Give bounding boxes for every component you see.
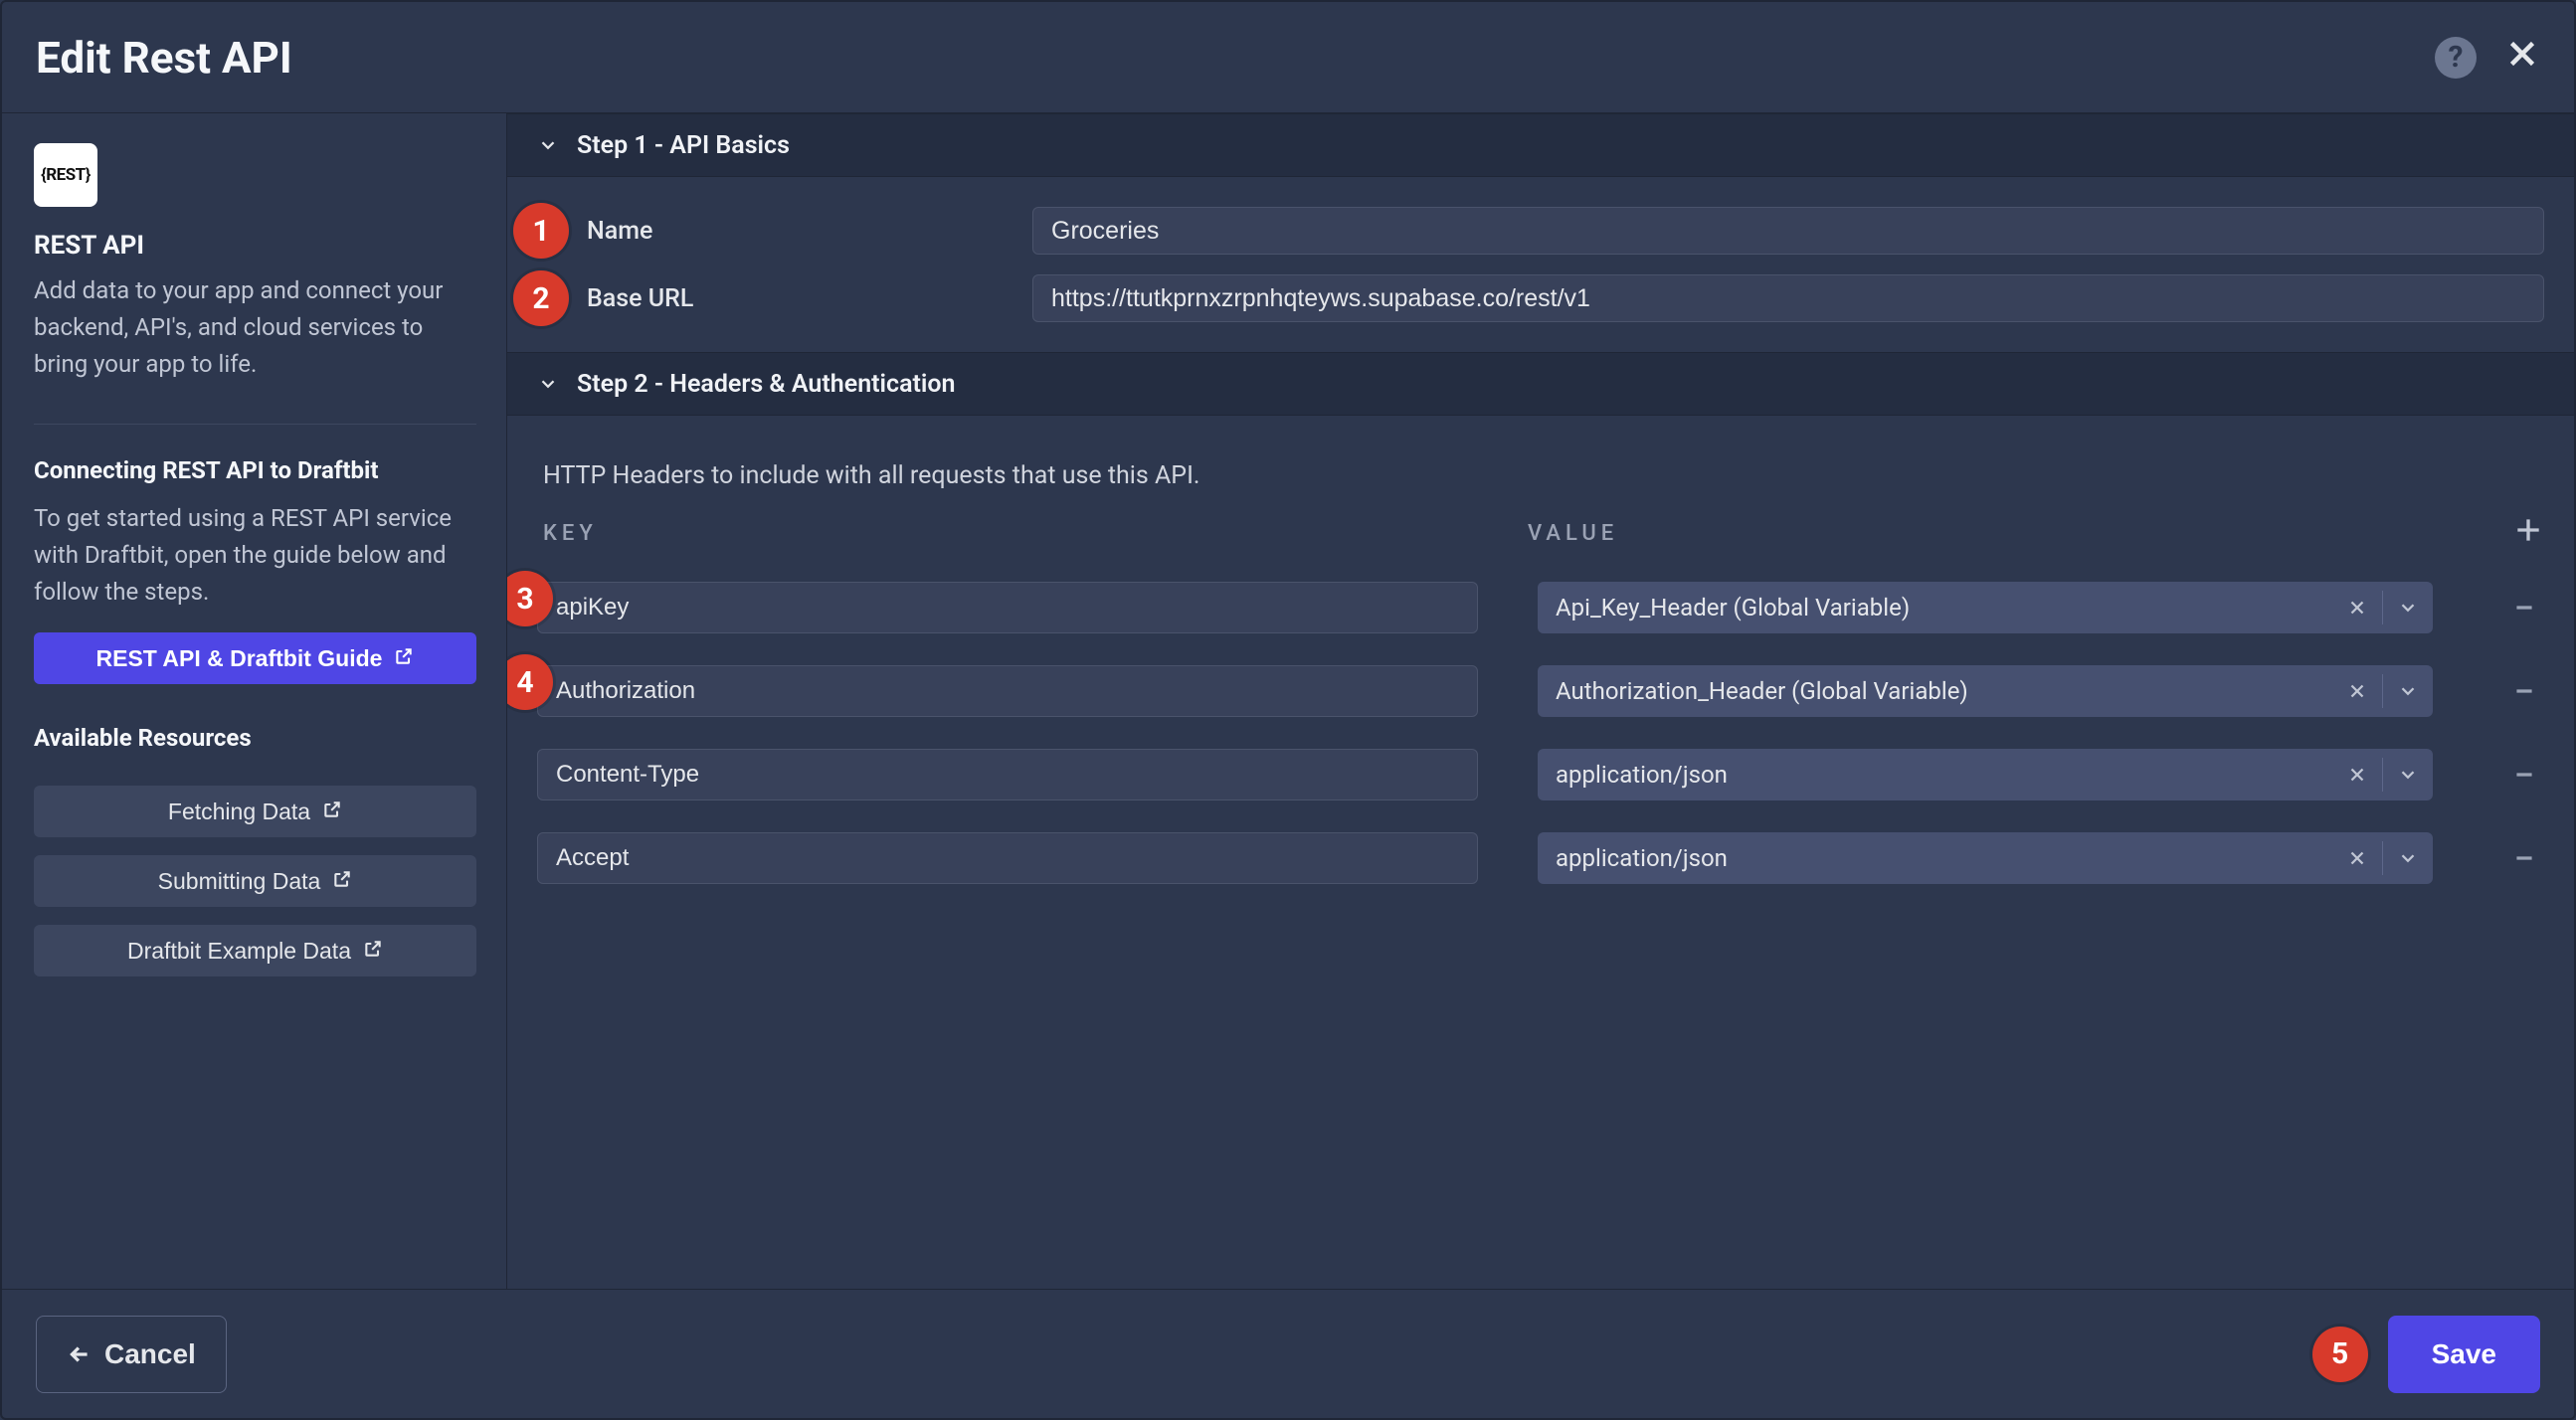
main-panel: Step 1 - API Basics 1 Name 2 Base URL St… [507, 113, 2574, 1289]
chevron-down-icon [537, 134, 559, 156]
resources-heading: Available Resources [34, 724, 476, 752]
baseurl-label: Base URL [537, 284, 1005, 313]
step2-header[interactable]: Step 2 - Headers & Authentication [507, 352, 2574, 416]
modal-footer: Cancel 5 Save [2, 1289, 2574, 1418]
header-value-select[interactable]: Authorization_Header (Global Variable) [1538, 665, 2433, 717]
header-key-input[interactable] [537, 665, 1478, 717]
header-actions: ? [2435, 36, 2540, 79]
remove-header-button[interactable] [2504, 678, 2544, 704]
callout-2: 2 [513, 270, 569, 326]
external-link-icon [363, 938, 383, 965]
connect-heading: Connecting REST API to Draftbit [34, 456, 476, 484]
sidebar: {REST} REST API Add data to your app and… [2, 113, 507, 1289]
kv-columns: KEY VALUE [537, 514, 2544, 553]
header-key-input[interactable] [537, 582, 1478, 633]
resource-label: Fetching Data [168, 799, 310, 825]
baseurl-input[interactable] [1032, 274, 2544, 322]
header-key-input[interactable] [537, 832, 1478, 884]
header-row: 3 Api_Key_Header (Global Variable) [537, 573, 2544, 642]
value-column-header: VALUE [1528, 521, 2512, 546]
modal-header: Edit Rest API ? [2, 2, 2574, 113]
resource-fetching-data[interactable]: Fetching Data [34, 786, 476, 837]
key-column-header: KEY [537, 521, 1528, 546]
sidebar-title: REST API [34, 231, 476, 261]
header-key-input[interactable] [537, 749, 1478, 800]
remove-header-button[interactable] [2504, 595, 2544, 621]
chevron-down-icon [537, 373, 559, 395]
clear-value-icon[interactable] [2332, 665, 2382, 717]
clear-value-icon[interactable] [2332, 832, 2382, 884]
sidebar-desc: Add data to your app and connect your ba… [34, 272, 476, 384]
header-value-select[interactable]: application/json [1538, 832, 2433, 884]
callout-1: 1 [513, 203, 569, 259]
external-link-icon [332, 868, 352, 895]
resource-example-data[interactable]: Draftbit Example Data [34, 925, 476, 976]
header-value-text: application/json [1538, 844, 2332, 872]
headers-note: HTTP Headers to include with all request… [543, 461, 2544, 490]
add-header-button[interactable] [2512, 514, 2544, 553]
header-value-text: Authorization_Header (Global Variable) [1538, 677, 2332, 705]
save-button[interactable]: Save [2388, 1316, 2540, 1393]
rest-api-modal: Edit Rest API ? {REST} REST API Add data… [0, 0, 2576, 1420]
callout-5: 5 [2312, 1327, 2368, 1382]
modal-title: Edit Rest API [36, 32, 292, 84]
name-row: 1 Name [537, 197, 2544, 265]
header-row: application/json [537, 740, 2544, 809]
help-icon[interactable]: ? [2435, 37, 2477, 79]
save-label: Save [2432, 1338, 2496, 1369]
resource-label: Draftbit Example Data [127, 938, 351, 965]
resource-submitting-data[interactable]: Submitting Data [34, 855, 476, 907]
remove-header-button[interactable] [2504, 845, 2544, 871]
header-value-text: application/json [1538, 761, 2332, 789]
step2-title: Step 2 - Headers & Authentication [577, 370, 956, 399]
step1-title: Step 1 - API Basics [577, 131, 790, 160]
name-label: Name [537, 217, 1005, 246]
guide-button-label: REST API & Draftbit Guide [96, 645, 383, 672]
close-icon[interactable] [2504, 36, 2540, 79]
header-row: application/json [537, 823, 2544, 893]
rest-icon: {REST} [34, 143, 97, 207]
remove-header-button[interactable] [2504, 762, 2544, 788]
external-link-icon [394, 645, 414, 672]
arrow-left-icon [67, 1341, 92, 1367]
header-value-select[interactable]: application/json [1538, 749, 2433, 800]
header-value-text: Api_Key_Header (Global Variable) [1538, 594, 2332, 621]
guide-button[interactable]: REST API & Draftbit Guide [34, 632, 476, 684]
cancel-label: Cancel [104, 1338, 196, 1370]
resource-label: Submitting Data [158, 868, 321, 895]
cancel-button[interactable]: Cancel [36, 1316, 227, 1393]
clear-value-icon[interactable] [2332, 749, 2382, 800]
chevron-down-icon[interactable] [2383, 749, 2433, 800]
baseurl-row: 2 Base URL [537, 265, 2544, 332]
external-link-icon [322, 799, 342, 825]
chevron-down-icon[interactable] [2383, 582, 2433, 633]
clear-value-icon[interactable] [2332, 582, 2382, 633]
chevron-down-icon[interactable] [2383, 832, 2433, 884]
connect-desc: To get started using a REST API service … [34, 500, 476, 612]
name-input[interactable] [1032, 207, 2544, 255]
chevron-down-icon[interactable] [2383, 665, 2433, 717]
header-row: 4 Authorization_Header (Global Variable) [537, 656, 2544, 726]
step1-header[interactable]: Step 1 - API Basics [507, 113, 2574, 177]
divider [34, 424, 476, 425]
step1-body: 1 Name 2 Base URL [507, 177, 2574, 352]
step2-body: HTTP Headers to include with all request… [507, 416, 2574, 937]
header-value-select[interactable]: Api_Key_Header (Global Variable) [1538, 582, 2433, 633]
